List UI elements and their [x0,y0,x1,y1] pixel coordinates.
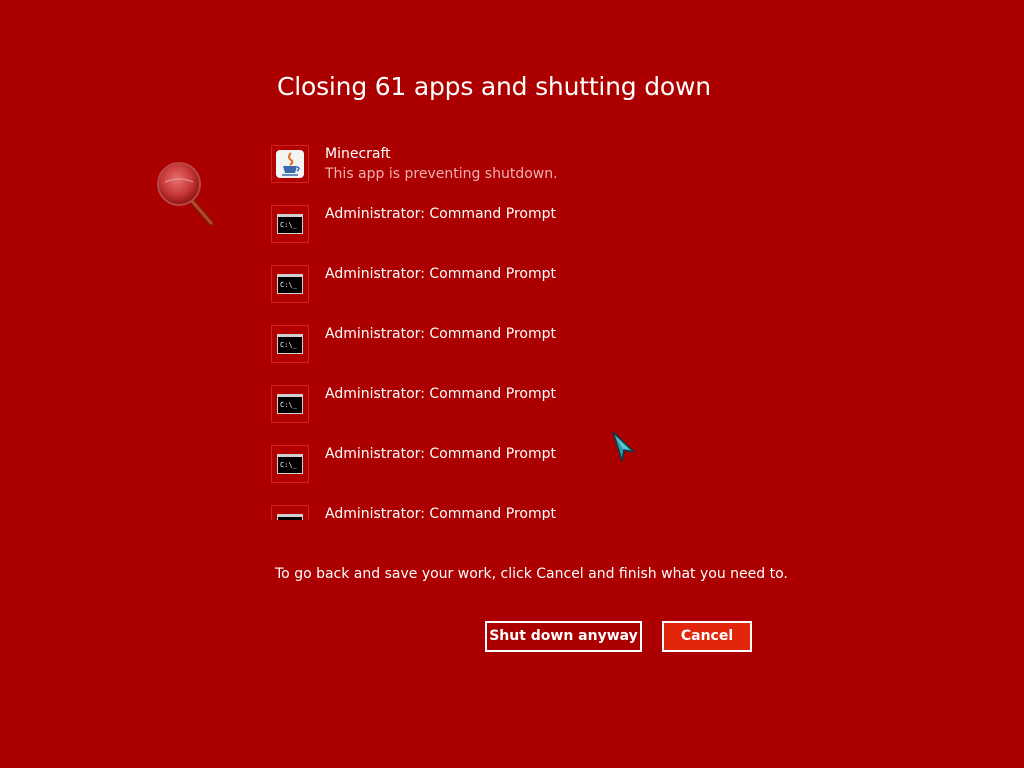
app-name: Administrator: Command Prompt [325,326,556,342]
svg-text:C:\_: C:\_ [280,461,298,469]
app-status: This app is preventing shutdown. [325,166,558,182]
app-name: Administrator: Command Prompt [325,386,556,402]
list-item[interactable]: C:\_ Administrator: Command Prompt [271,325,691,367]
svg-text:C:\_: C:\_ [280,221,298,229]
command-prompt-icon: C:\_ [271,325,309,363]
mouse-cursor-icon [610,430,638,464]
app-name: Minecraft [325,146,391,162]
app-name: Administrator: Command Prompt [325,446,556,462]
list-item[interactable]: C:\_ Administrator: Command Prompt [271,205,691,247]
app-name: Administrator: Command Prompt [325,506,556,520]
list-item[interactable]: C:\_ Administrator: Command Prompt [271,265,691,307]
command-prompt-icon: C:\_ [271,445,309,483]
svg-text:C:\_: C:\_ [280,341,298,349]
list-item[interactable]: C:\_ Administrator: Command Prompt [271,505,691,520]
instructions-text: To go back and save your work, click Can… [275,566,788,582]
app-name: Administrator: Command Prompt [325,206,556,222]
command-prompt-icon: C:\_ [271,205,309,243]
command-prompt-icon: C:\_ [271,385,309,423]
shut-down-anyway-button[interactable]: Shut down anyway [485,621,642,652]
svg-text:C:\_: C:\_ [280,281,298,289]
magnifier-icon [155,160,217,228]
list-item[interactable]: C:\_ Administrator: Command Prompt [271,385,691,427]
page-title: Closing 61 apps and shutting down [277,72,711,101]
app-name: Administrator: Command Prompt [325,266,556,282]
command-prompt-icon: C:\_ [271,265,309,303]
java-icon [271,145,309,183]
command-prompt-icon: C:\_ [271,505,309,520]
list-item[interactable]: Minecraft This app is preventing shutdow… [271,145,691,187]
svg-text:C:\_: C:\_ [280,401,298,409]
cancel-button[interactable]: Cancel [662,621,752,652]
